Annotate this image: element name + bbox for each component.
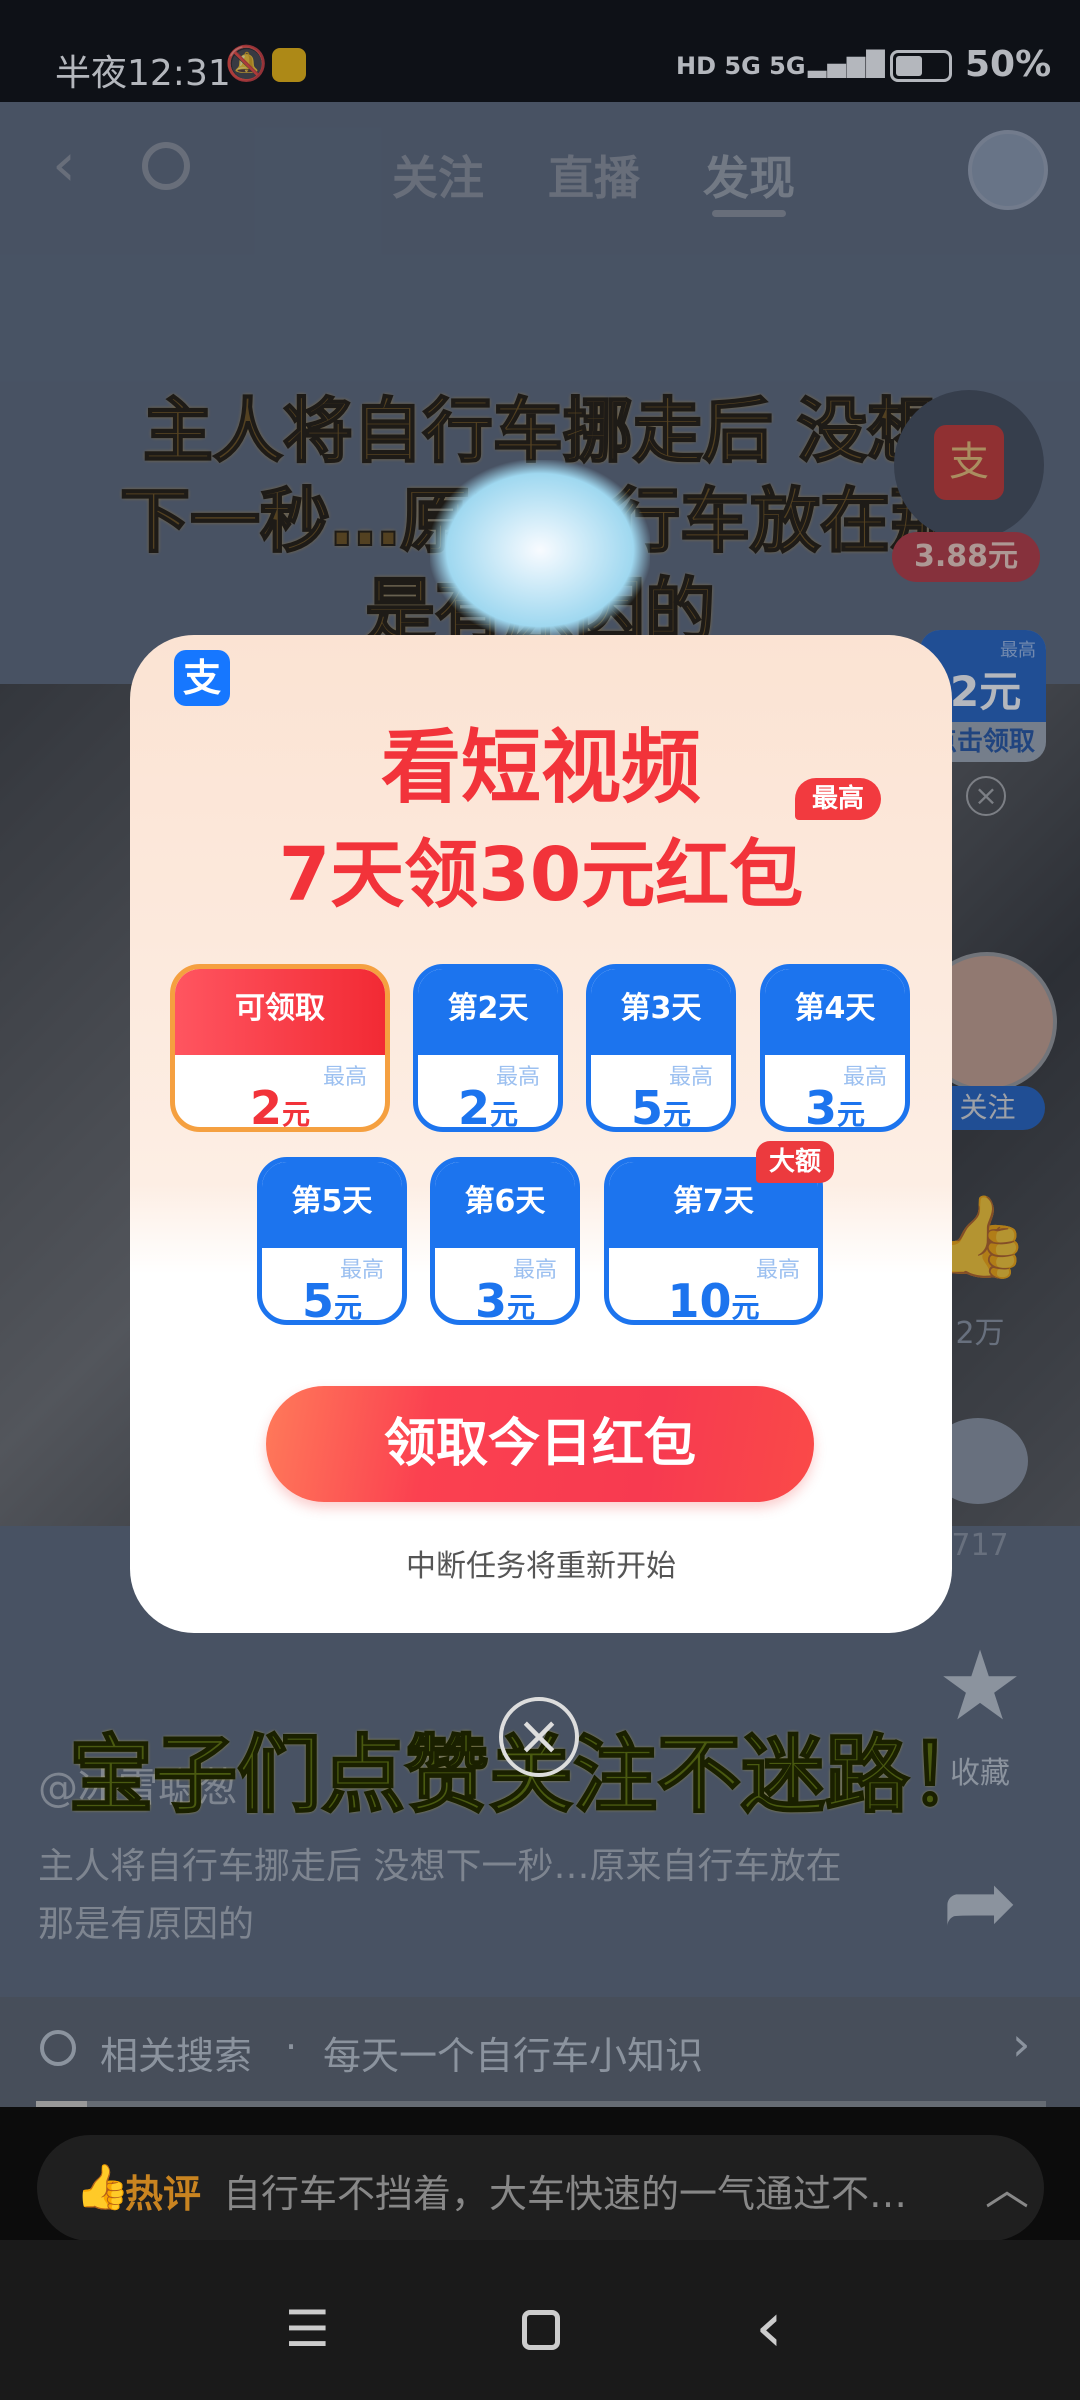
day-card[interactable]: 第4天 最高 3元 [760,964,910,1132]
day-card-today[interactable]: 可领取 最高 2元 [170,964,390,1132]
day-card[interactable]: 第2天 最高 2元 [413,964,563,1132]
large-amount-badge: 大额 [756,1141,834,1183]
hot-comment-tag: 热评 [125,2172,202,2216]
day-card[interactable]: 第5天 最高 5元 [257,1157,407,1325]
back-icon[interactable]: ‹ [755,2286,783,2368]
related-search-bar[interactable]: 相关搜索 · 每天一个自行车小知识 › [0,1997,1080,2107]
share-icon[interactable]: ➦ [925,1850,1035,1955]
modal-footer-note: 中断任务将重新开始 [406,1549,676,1584]
close-modal-button[interactable]: × [499,1697,579,1777]
system-nav-bar: ☰ ‹ [0,2240,1080,2400]
modal-subtitle: 7天领30元红包 [278,832,804,918]
home-icon[interactable] [522,2310,560,2350]
chevron-right-icon: › [1012,2017,1031,2071]
chevron-up-icon[interactable]: ︿ [985,2153,1029,2217]
video-description: 主人将自行车挪走后 没想下一秒…原来自行车放在那是有原因的 [38,1846,842,1945]
day-card[interactable]: 第3天 最高 5元 [586,964,736,1132]
related-query: 每天一个自行车小知识 [323,2034,704,2078]
menu-icon[interactable]: ☰ [285,2300,330,2358]
alipay-logo: 支 [174,650,230,706]
claim-today-button[interactable]: 领取今日红包 [266,1386,814,1502]
day-card[interactable]: 第6天 最高 3元 [430,1157,580,1325]
red-packet-modal: 支 看短视频 7天领30元红包 最高 可领取 最高 2元 第2天 最高 2元 第3天… [130,635,952,1633]
hot-comment-bar[interactable]: 👍 热评 自行车不挡着，大车快速的一气通过不… ︿ [37,2135,1044,2241]
thumbs-up-icon: 👍 [75,2162,130,2213]
hot-comment-text: 自行车不挡着，大车快速的一气通过不… [223,2172,908,2216]
search-icon [40,2030,76,2066]
mascot-illustration [430,460,650,640]
max-badge: 最高 [795,778,881,820]
related-label: 相关搜索 [100,2034,253,2078]
related-separator: · [285,2025,298,2069]
